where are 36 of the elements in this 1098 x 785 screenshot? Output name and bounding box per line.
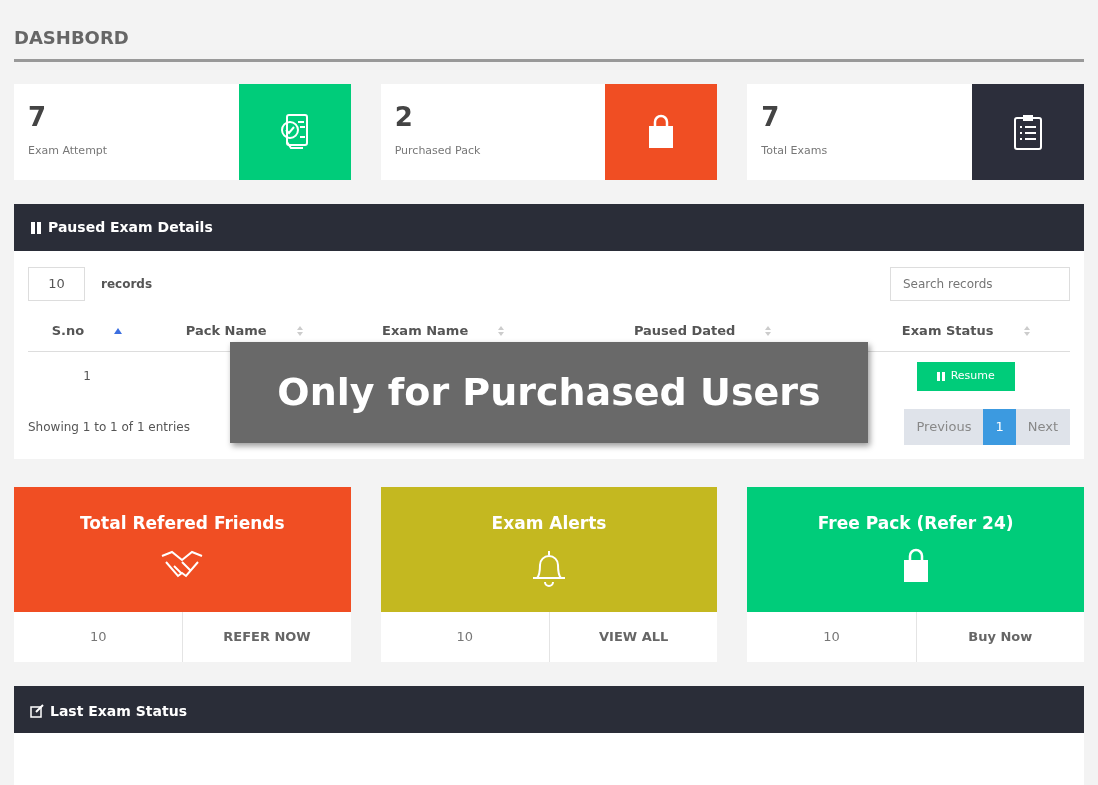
entries-info: Showing 1 to 1 of 1 entries: [28, 418, 190, 436]
tile-title: Exam Alerts: [491, 511, 607, 535]
panel-title: Paused Exam Details: [48, 218, 213, 237]
column-header[interactable]: Pack Name: [185, 321, 267, 341]
tile-action-link[interactable]: VIEW ALL: [549, 611, 718, 662]
stat-label: Exam Attempt: [28, 143, 108, 159]
tile-action-link[interactable]: Buy Now: [915, 611, 1084, 662]
tile-count: 10: [455, 627, 475, 646]
shopping-bag-icon: [647, 114, 676, 150]
stat-value: 2: [394, 104, 413, 130]
pause-icon: [30, 221, 42, 234]
edit-icon: [30, 704, 44, 718]
column-header[interactable]: S.no: [51, 321, 85, 341]
table-cell: 1: [83, 369, 91, 384]
column-header[interactable]: Exam Status: [901, 321, 994, 341]
pause-icon: [936, 371, 945, 381]
tile-count: 10: [88, 627, 108, 646]
stat-value: 7: [28, 104, 47, 130]
search-field[interactable]: Search records: [890, 267, 1070, 301]
page-size-select[interactable]: 10: [28, 267, 85, 301]
tile-count: 10: [822, 627, 841, 646]
panel-title: Last Exam Status: [50, 701, 187, 721]
stat-label: Total Exams: [761, 143, 828, 159]
clipboard-icon: [1013, 113, 1043, 151]
page-button[interactable]: 1: [983, 409, 1016, 445]
records-label: records: [101, 276, 153, 293]
column-header[interactable]: Exam Name: [382, 321, 469, 341]
tile-title: Free Pack (Refer 24): [817, 511, 1014, 535]
shopping-bag-icon: [901, 548, 930, 584]
stat-value: 7: [761, 104, 780, 130]
tile-action-link[interactable]: REFER NOW: [182, 611, 351, 662]
overlay-banner: Only for Purchased Users: [230, 342, 868, 443]
page-title: DASHBORD: [14, 14, 1084, 62]
stat-label: Purchased Pack: [394, 143, 481, 159]
tile-title: Total Refered Friends: [80, 511, 285, 535]
column-header[interactable]: Paused Dated: [633, 321, 736, 341]
